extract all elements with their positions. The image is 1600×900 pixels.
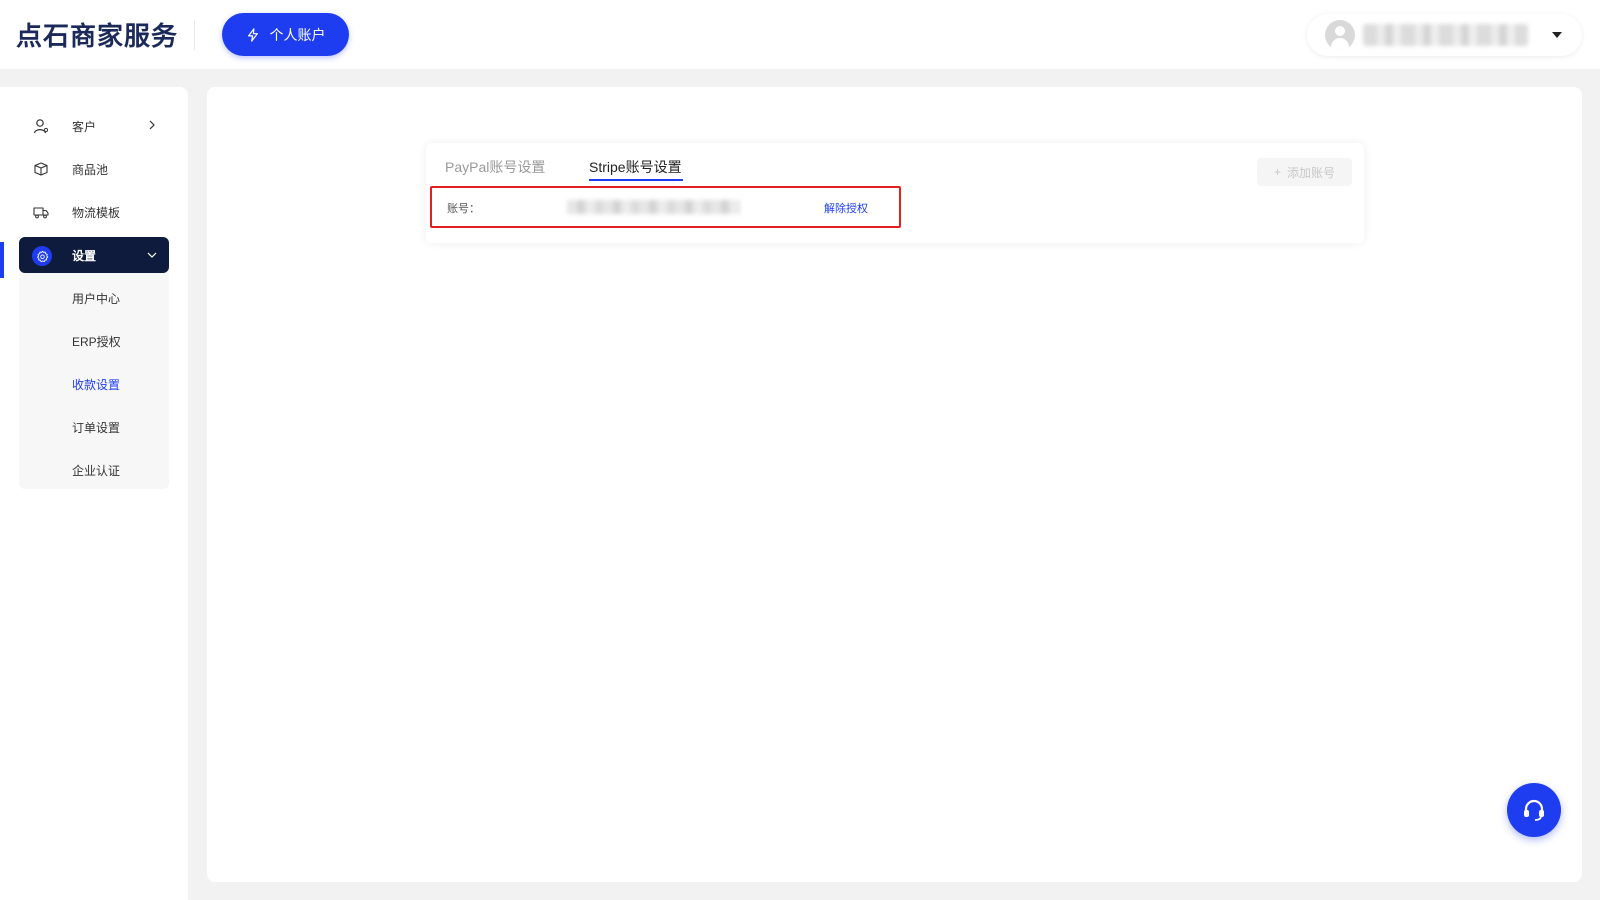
customer-support-button[interactable] — [1507, 783, 1561, 837]
payment-account-card: PayPal账号设置 Stripe账号设置 + 添加账号 账号： 解除授权 — [426, 143, 1364, 243]
caret-down-icon[interactable] — [1552, 32, 1562, 38]
add-account-button[interactable]: + 添加账号 — [1257, 158, 1352, 186]
main-content: PayPal账号设置 Stripe账号设置 + 添加账号 账号： 解除授权 — [207, 87, 1582, 882]
app-logo[interactable]: 点石商家服务 — [16, 16, 178, 53]
truck-icon — [33, 207, 49, 219]
submenu-item-erp-auth[interactable]: ERP授权 — [72, 333, 121, 350]
sidebar-item-customers[interactable]: 客户 — [19, 107, 169, 145]
plus-icon: + — [1273, 165, 1281, 179]
account-value-redacted — [567, 200, 740, 214]
user-icon — [33, 119, 49, 134]
sidebar-item-settings[interactable]: 设置 — [19, 237, 169, 273]
active-indicator — [0, 242, 4, 278]
tab-paypal-settings[interactable]: PayPal账号设置 — [445, 157, 545, 177]
sidebar: 客户 商品池 物流模板 设置 用户中心 ERP授权 收款设置 订单设置 企业认证 — [0, 87, 188, 900]
gear-icon — [32, 246, 52, 266]
add-account-label: 添加账号 — [1287, 165, 1336, 180]
personal-account-button[interactable]: 个人账户 — [222, 13, 349, 56]
unauthorize-link[interactable]: 解除授权 — [824, 200, 868, 216]
top-header: 点石商家服务 个人账户 — [0, 0, 1600, 69]
sidebar-item-label: 物流模板 — [72, 205, 121, 220]
submenu-item-user-center[interactable]: 用户中心 — [72, 290, 120, 307]
submenu-item-enterprise-verification[interactable]: 企业认证 — [72, 462, 120, 479]
chevron-right-icon — [149, 120, 155, 130]
username-redacted — [1363, 24, 1528, 46]
active-tab-underline — [589, 179, 683, 181]
account-label: 账号： — [447, 203, 480, 215]
submenu-item-payment-settings[interactable]: 收款设置 — [72, 376, 120, 393]
sidebar-item-label: 商品池 — [72, 162, 109, 177]
personal-account-label: 个人账户 — [269, 26, 326, 43]
avatar — [1325, 20, 1355, 50]
submenu-item-order-settings[interactable]: 订单设置 — [72, 419, 120, 436]
header-divider — [194, 20, 195, 50]
tab-stripe-settings[interactable]: Stripe账号设置 — [589, 157, 682, 177]
chevron-down-icon — [147, 252, 157, 258]
sidebar-item-product-pool[interactable]: 商品池 — [19, 150, 169, 188]
lightning-icon — [247, 27, 258, 42]
sidebar-item-label: 设置 — [72, 248, 97, 263]
user-menu[interactable] — [1307, 14, 1582, 56]
headset-icon — [1524, 799, 1544, 821]
sidebar-item-logistics[interactable]: 物流模板 — [19, 193, 169, 231]
sidebar-item-label: 客户 — [72, 119, 97, 134]
box-icon — [34, 162, 48, 176]
stripe-account-row: 账号： 解除授权 — [430, 186, 901, 228]
settings-submenu: 用户中心 ERP授权 收款设置 订单设置 企业认证 — [19, 273, 169, 489]
